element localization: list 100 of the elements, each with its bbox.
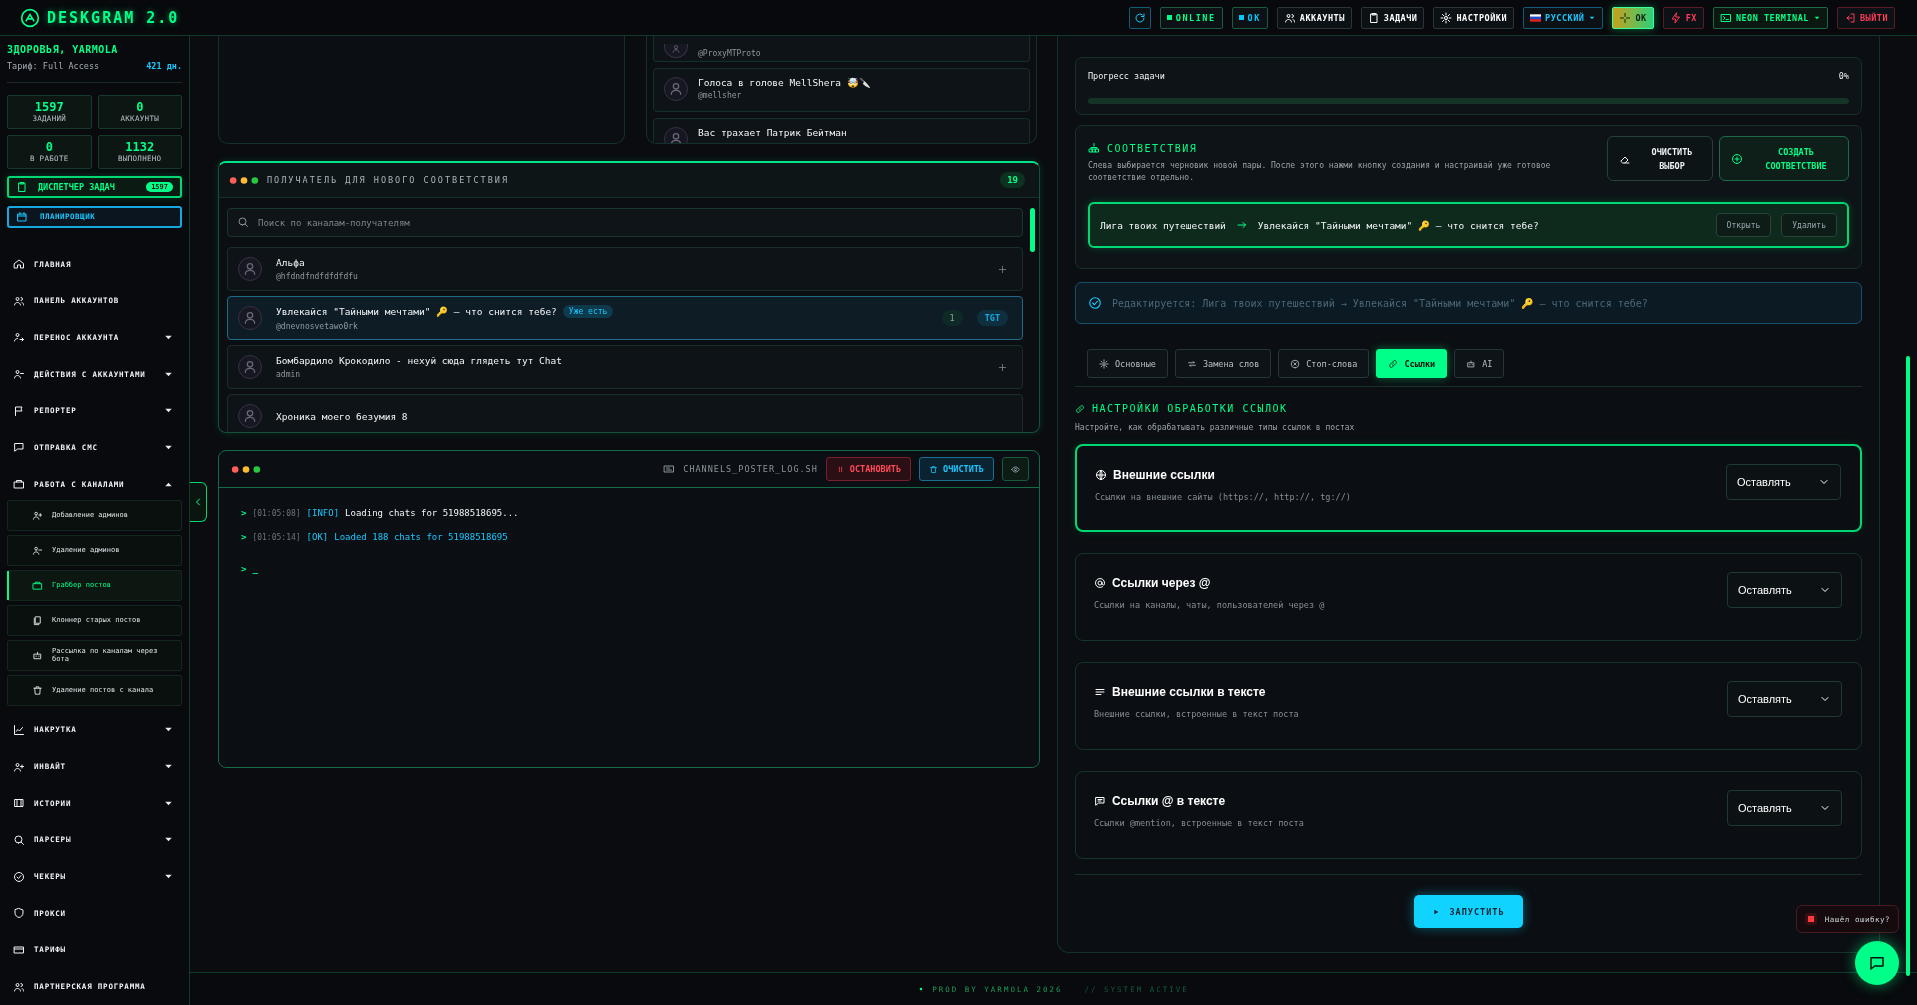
app-logo: DESKGRAM 2.0 (47, 8, 180, 27)
nav-icon (13, 723, 25, 736)
tricolor-flag-icon (1530, 13, 1542, 22)
recipient-item[interactable]: Увлекайся "Тайными мечтами" 🔑 — что снится тебе? Уже есть @dnevnosvetawo0rk 1 TGT (227, 296, 1023, 340)
section-title: НАСТРОЙКИ ОБРАБОТКИ ССЫЛОК (1092, 403, 1288, 414)
header-button[interactable]: FX (1662, 6, 1704, 29)
nav-icon (13, 760, 25, 773)
log-line: > [01:05:08] [INFO] Loading chats for 51988518695... (241, 508, 520, 518)
clear-selection-button[interactable]: ОЧИСТИТЬ ВЫБОР (1607, 136, 1713, 181)
section-description: Слева выбирается черновик новой пары. После этого нажми кнопку создания и настраивай уже готовое соответствие отдельно. (1088, 160, 1552, 184)
view-toggle-button[interactable] (1002, 457, 1029, 481)
days-left-text: 421 дн. (146, 61, 182, 71)
robot-icon (1466, 358, 1477, 369)
nav-icon (13, 907, 25, 920)
channel-handle: @dnevnosvetawo0rk (276, 322, 359, 331)
collapse-sidebar-button[interactable] (190, 482, 207, 522)
avatar-icon (664, 44, 688, 58)
log-title: CHANNELS_POSTER_LOG.SH (683, 464, 818, 474)
search-field[interactable]: Поиск по каналам-получателям (227, 208, 1023, 237)
status-indicator[interactable]: OK (1231, 6, 1268, 29)
nav-icon (32, 684, 43, 696)
recipient-item[interactable]: Хроника моего безумия 8 (227, 394, 1023, 432)
chat-icon (1868, 954, 1886, 972)
eye-icon (1011, 464, 1020, 474)
language-dropdown[interactable]: РУССКИЙ (1523, 6, 1604, 29)
header-button[interactable]: ЗАДАЧИ (1360, 6, 1425, 29)
channel-name: Хроника моего безумия 8 (276, 410, 408, 422)
avatar-icon (238, 257, 262, 281)
tab[interactable]: Ссылки (1376, 349, 1448, 378)
refresh-icon (1133, 11, 1146, 24)
avatar-icon (664, 77, 688, 101)
section-title: СООТВЕТСТВИЯ (1107, 142, 1198, 154)
rule-description: Ссылки на внешние сайты (https://, http://, tg://) (1095, 492, 1352, 502)
nav-icon (13, 833, 25, 846)
tab[interactable]: Основные (1087, 349, 1168, 378)
create-match-button[interactable]: СОЗДАТЬ СООТВЕТСТВИЕ (1719, 136, 1849, 181)
channel-item[interactable]: Голоса в голове MellShera 🤯🔪 @mellsher (653, 68, 1030, 112)
action-dropdown[interactable]: Оставлять (1727, 790, 1842, 826)
settings-icon (1440, 11, 1453, 24)
clipboard-icon (16, 181, 28, 194)
header-button[interactable]: АККАУНТЫ (1276, 6, 1352, 29)
link-icon (1388, 358, 1399, 369)
logout-button[interactable]: ВЫЙТИ (1836, 6, 1895, 29)
match-pair[interactable]: Лига твоих путешествий Увлекайся "Тайными мечтами" 🔑 — что снится тебе? Открыть Удалить (1088, 202, 1849, 248)
tab[interactable]: AI (1454, 349, 1505, 378)
header-button[interactable]: НАСТРОЙКИ (1433, 6, 1515, 29)
refresh-button[interactable] (1128, 6, 1151, 29)
pair-action-button[interactable]: Удалить (1781, 213, 1837, 237)
rule-description: Ссылки на каналы, чаты, пользователей через @ (1094, 600, 1326, 610)
add-icon (1731, 152, 1743, 165)
channel-name: Альфа (276, 257, 305, 268)
section-description: Настройте, как обрабатывать различные типы ссылок в постах (1075, 423, 1356, 432)
globe-icon (1095, 469, 1107, 481)
action-dropdown[interactable]: Оставлять (1726, 464, 1841, 500)
source-channel: Лига твоих путешествий (1100, 219, 1226, 231)
page-scrollbar[interactable] (1906, 356, 1910, 976)
type-tag: TGT (976, 310, 1008, 326)
theme-dropdown[interactable]: NEON TERMINAL (1712, 6, 1828, 29)
rule-title: Ссылки @ в тексте (1112, 794, 1226, 808)
channel-item[interactable]: Вас трахает Патрик Бейтман (653, 118, 1030, 143)
rule-title: Внешние ссылки (1113, 468, 1215, 482)
recipient-item[interactable]: Альфа @hfdndfndfdfdfdfu (227, 247, 1023, 291)
target-channel: Увлекайся "Тайными мечтами" 🔑 — что снится тебе? (1257, 219, 1539, 231)
progress-label: Прогресс задачи (1088, 71, 1165, 81)
channel-handle: @mellsher (698, 91, 743, 100)
stat-value: 0 (136, 101, 144, 114)
count-badge: 1 (941, 310, 963, 326)
scrollbar-thumb[interactable] (1030, 208, 1035, 252)
trash-icon (929, 464, 939, 474)
nav-icon (13, 404, 25, 417)
avatar-icon (238, 404, 262, 428)
tab[interactable]: Стоп-слова (1278, 349, 1370, 378)
tab[interactable]: Замена слов (1174, 349, 1272, 378)
add-icon (997, 361, 1008, 373)
nav-icon (13, 870, 25, 883)
at-sign-icon (1094, 577, 1106, 589)
action-dropdown[interactable]: Оставлять (1727, 681, 1842, 717)
avatar-icon (238, 306, 262, 330)
action-dropdown[interactable]: Оставлять (1727, 572, 1842, 608)
channel-item[interactable]: @ProxyMTProto (653, 36, 1030, 62)
clear-button[interactable]: ОЧИСТИТЬ (919, 457, 994, 481)
recipient-item[interactable]: Бомбардило Крокодило - нехуй сюда глядеть тут Chat admin (227, 345, 1023, 389)
rule-description: Ссылки @mention, встроенные в текст поста (1094, 818, 1305, 828)
run-button[interactable]: ЗАПУСТИТЬ (1414, 895, 1523, 928)
lightning-icon (1669, 11, 1682, 24)
avatar-icon (238, 355, 262, 379)
progress-value: 0% (1838, 71, 1849, 81)
window-dots-icon (231, 464, 261, 474)
rule-title: Ссылки через @ (1112, 576, 1211, 590)
window-dots-icon (229, 175, 259, 185)
stat-value: 1597 (34, 101, 64, 114)
nav-icon (32, 649, 43, 661)
header-button[interactable]: OK (1612, 6, 1654, 29)
pair-action-button[interactable]: Открыть (1715, 213, 1772, 237)
status-indicator[interactable]: ONLINE (1159, 6, 1223, 29)
count-badge: 19 (1000, 172, 1025, 188)
status-badge: Уже есть (562, 305, 614, 318)
lines-icon (1094, 686, 1106, 698)
stop-button[interactable]: ОСТАНОВИТЬ (825, 457, 912, 481)
channel-name: Увлекайся "Тайными мечтами" 🔑 — что снится тебе? (276, 306, 557, 317)
